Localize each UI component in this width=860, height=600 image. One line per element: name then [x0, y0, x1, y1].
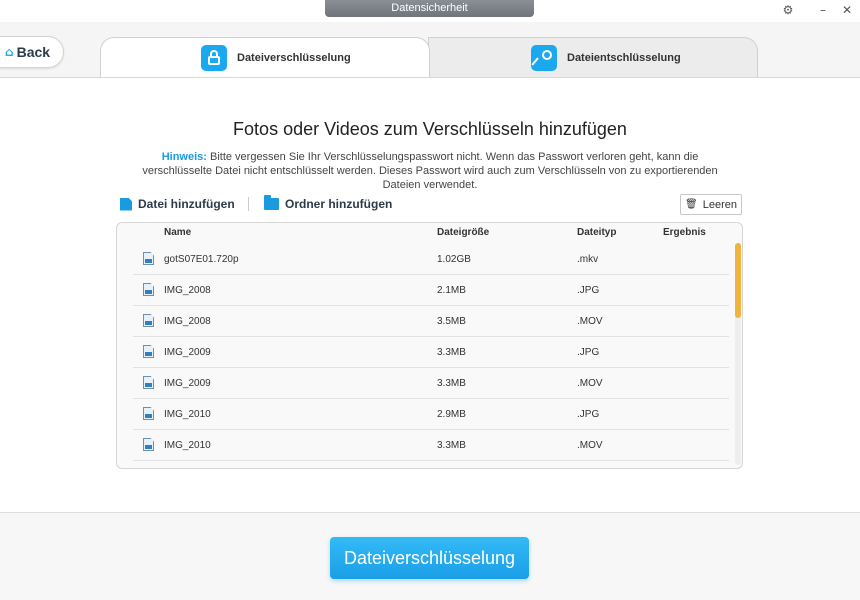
header-divider [0, 77, 860, 78]
add-folder-icon [264, 195, 279, 210]
file-icon [143, 345, 154, 358]
cell-size: 2.9MB [437, 409, 466, 420]
cell-name: IMG_2010 [164, 409, 211, 420]
header-bar: ⌂ Back Dateientschlüsselung Dateiverschl… [0, 22, 860, 78]
file-icon [143, 438, 154, 451]
cell-size: 1.02GB [437, 254, 471, 265]
cell-size: 3.3MB [437, 347, 466, 358]
back-button[interactable]: ⌂ Back [0, 36, 64, 68]
cell-name: IMG_2008 [164, 316, 211, 327]
column-result[interactable]: Ergebnis [663, 227, 706, 238]
table-row[interactable]: gotS07E01.720p 1.02GB .mkv [133, 244, 729, 275]
cell-type: .MOV [577, 378, 603, 389]
column-size[interactable]: Dateigröße [437, 227, 489, 238]
toolbar-divider [248, 197, 249, 211]
cell-type: .JPG [577, 347, 600, 358]
table-row[interactable]: IMG_2010 2.9MB .JPG [133, 399, 729, 430]
key-icon [531, 45, 557, 71]
clear-label: Leeren [702, 198, 737, 211]
hint-body: Bitte vergessen Sie Ihr Verschlüsselungs… [142, 151, 718, 191]
hint-text: Hinweis: Bitte vergessen Sie Ihr Verschl… [135, 150, 725, 192]
window-title: Datensicherheit [325, 0, 534, 17]
file-icon [143, 376, 154, 389]
cell-name: IMG_2009 [164, 347, 211, 358]
add-folder-label: Ordner hinzufügen [285, 197, 393, 211]
home-icon: ⌂ [5, 45, 14, 59]
table-rows: gotS07E01.720p 1.02GB .mkv IMG_2008 2.1M… [117, 244, 729, 461]
column-name[interactable]: Name [164, 227, 191, 238]
cell-name: IMG_2009 [164, 378, 211, 389]
back-label: Back [16, 44, 51, 60]
hint-label: Hinweis: [161, 151, 207, 163]
window-titlebar: Datensicherheit ⚙ – ✕ [0, 0, 860, 22]
cell-size: 2.1MB [437, 285, 466, 296]
cell-type: .mkv [577, 254, 599, 265]
close-icon[interactable]: ✕ [838, 2, 856, 18]
page-title: Fotos oder Videos zum Verschlüsseln hinz… [233, 119, 627, 139]
settings-gear-icon[interactable]: ⚙ [779, 2, 797, 18]
tab-decryption[interactable]: Dateientschlüsselung [428, 37, 758, 78]
lock-icon [201, 45, 227, 71]
clear-button[interactable]: 🗑 Leeren [680, 194, 742, 215]
table-row[interactable]: IMG_2010 3.3MB .MOV [133, 430, 729, 461]
table-scrollbar-thumb[interactable] [735, 243, 741, 318]
cell-type: .JPG [577, 285, 600, 296]
file-icon [143, 252, 154, 265]
cell-name: IMG_2008 [164, 285, 211, 296]
minimize-icon[interactable]: – [814, 2, 832, 18]
tab-encryption[interactable]: Dateiverschlüsselung [100, 37, 430, 78]
tab-encryption-label: Dateiverschlüsselung [237, 52, 351, 64]
cell-size: 3.5MB [437, 316, 466, 327]
add-file-button[interactable]: Datei hinzufügen [120, 197, 235, 211]
table-row[interactable]: IMG_2008 3.5MB .MOV [133, 306, 729, 337]
file-icon [143, 407, 154, 420]
add-file-icon [120, 197, 132, 211]
table-header: Name Dateigröße Dateityp Ergebnis [117, 223, 742, 243]
column-type[interactable]: Dateityp [577, 227, 616, 238]
cell-name: gotS07E01.720p [164, 254, 239, 265]
table-row[interactable]: IMG_2009 3.3MB .JPG [133, 337, 729, 368]
table-row[interactable]: IMG_2009 3.3MB .MOV [133, 368, 729, 399]
cell-size: 3.3MB [437, 378, 466, 389]
cell-type: .MOV [577, 440, 603, 451]
cell-name: IMG_2010 [164, 440, 211, 451]
encrypt-button[interactable]: Dateiverschlüsselung [330, 537, 529, 579]
cell-size: 3.3MB [437, 440, 466, 451]
cell-type: .MOV [577, 316, 603, 327]
tab-decryption-label: Dateientschlüsselung [567, 52, 681, 64]
trash-icon: 🗑 [685, 199, 698, 210]
cell-type: .JPG [577, 409, 600, 420]
file-icon [143, 283, 154, 296]
file-table: Name Dateigröße Dateityp Ergebnis gotS07… [116, 222, 743, 469]
add-file-label: Datei hinzufügen [138, 197, 235, 211]
file-icon [143, 314, 154, 327]
add-folder-button[interactable]: Ordner hinzufügen [264, 195, 393, 211]
table-row[interactable]: IMG_2008 2.1MB .JPG [133, 275, 729, 306]
